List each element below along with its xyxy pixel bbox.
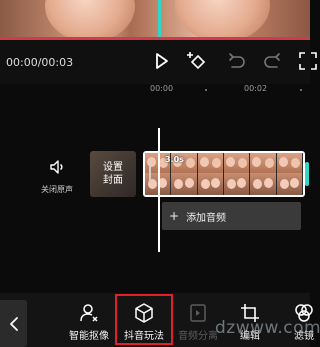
mute-original-button[interactable]: 关闭原声 (36, 158, 78, 195)
tick-label: 00:00 (150, 84, 174, 93)
clip-trim-handle-left[interactable] (149, 166, 151, 182)
play-icon[interactable] (150, 50, 172, 72)
watermark: dzwww.com (215, 318, 320, 338)
clip-frame (197, 153, 224, 195)
time-readout: 00:00/00:03 (6, 56, 74, 69)
clip-frame (276, 153, 303, 195)
tool-label: 智能抠像 (69, 331, 109, 342)
clip-trim-handle-right[interactable] (305, 162, 309, 186)
player-toolbar: 00:00/00:03 (0, 40, 317, 84)
video-preview (0, 0, 310, 40)
mute-original-label: 关闭原声 (41, 185, 73, 194)
speaker-icon (50, 160, 63, 174)
clip-frame (250, 153, 277, 195)
tool-smart-cutout[interactable]: 智能抠像 (61, 302, 117, 342)
chevron-left-icon (9, 316, 18, 331)
clip-duration: 3.0s (165, 155, 184, 164)
fullscreen-icon[interactable] (297, 50, 319, 72)
audio-separate-icon (190, 304, 206, 322)
preview-face-right (175, 0, 270, 40)
redo-icon[interactable] (262, 50, 284, 72)
set-cover-button[interactable]: 设置封面 (90, 151, 136, 197)
undo-icon[interactable] (225, 50, 247, 72)
plus-icon: + (169, 209, 180, 223)
add-audio-label: 添加音频 (186, 212, 227, 224)
tick-dot (300, 89, 302, 91)
preview-face-left (45, 0, 135, 40)
add-audio-button[interactable]: + 添加音频 (162, 202, 301, 230)
tick-label: 00:02 (244, 84, 268, 93)
highlight-box (115, 294, 173, 345)
set-cover-label: 设置封面 (103, 162, 123, 186)
timeline-playhead[interactable] (158, 128, 160, 252)
tick-dot (205, 89, 207, 91)
person-cutout-icon (80, 304, 98, 322)
keyframe-add-icon[interactable] (186, 50, 208, 72)
preview-playhead (158, 0, 161, 38)
clip-frame (223, 153, 251, 195)
back-button[interactable] (0, 300, 27, 347)
